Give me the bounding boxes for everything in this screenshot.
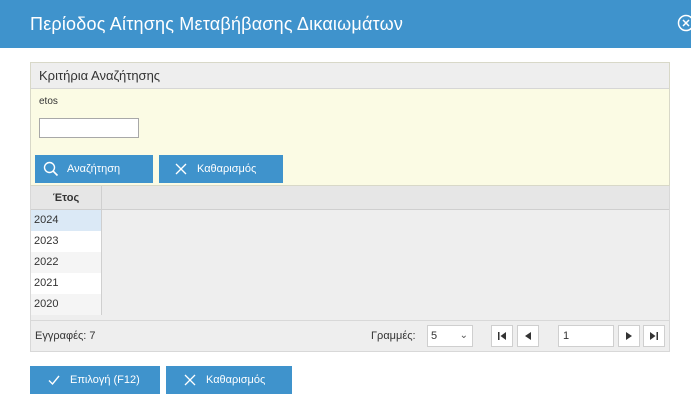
x-icon — [180, 373, 200, 387]
search-button-label: Αναζήτηση — [67, 163, 121, 175]
rows-per-page-value: 5 — [431, 330, 438, 342]
next-page-button[interactable] — [618, 325, 640, 347]
page-number-input[interactable]: 1 — [558, 325, 614, 347]
last-page-button[interactable] — [643, 325, 665, 347]
previous-page-icon — [525, 332, 531, 340]
check-icon — [44, 373, 64, 387]
search-criteria-header: Κριτήρια Αναζήτησης — [31, 63, 669, 89]
first-page-icon — [498, 332, 506, 340]
select-button-label: Επιλογή (F12) — [70, 374, 140, 386]
chevron-down-icon: ⌄ — [459, 330, 468, 341]
records-count: Εγγραφές: 7 — [35, 330, 96, 342]
grid-header: Έτος — [31, 186, 669, 210]
search-criteria-title: Κριτήρια Αναζήτησης — [39, 68, 161, 83]
previous-page-button[interactable] — [517, 325, 539, 347]
dialog-titlebar: Περίοδος Αίτησης Μεταβήβασης Δικαιωμάτων — [0, 0, 691, 48]
clear-button-label: Καθαρισμός — [206, 374, 266, 386]
last-page-icon — [650, 332, 658, 340]
dialog: Περίοδος Αίτησης Μεταβήβασης Δικαιωμάτων… — [0, 0, 691, 409]
grid-footer: Εγγραφές: 7 Γραμμές: 5 ⌄ 1 — [30, 320, 670, 352]
clear-button[interactable]: Καθαρισμός — [166, 366, 292, 394]
table-row[interactable]: 2021 — [31, 273, 102, 294]
table-row[interactable]: 2023 — [31, 231, 102, 252]
table-row[interactable]: 2024 — [31, 210, 102, 231]
first-page-button[interactable] — [491, 325, 513, 347]
x-icon — [171, 162, 191, 176]
rows-per-page-select[interactable]: 5 ⌄ — [427, 325, 473, 347]
column-header-etos[interactable]: Έτος — [31, 186, 102, 210]
table-row[interactable]: 2022 — [31, 252, 102, 273]
clear-criteria-button-label: Καθαρισμός — [197, 163, 257, 175]
rows-per-page-label: Γραμμές: — [371, 330, 416, 342]
table-row[interactable]: 2020 — [31, 294, 102, 315]
results-grid: Έτος 2024 2023 2022 2021 2020 — [30, 186, 670, 320]
search-criteria-panel: Κριτήρια Αναζήτησης etos Αναζήτηση Καθαρ… — [30, 62, 670, 186]
search-button[interactable]: Αναζήτηση — [35, 155, 153, 183]
etos-label: etos — [39, 96, 58, 107]
close-icon[interactable] — [675, 14, 691, 32]
dialog-title: Περίοδος Αίτησης Μεταβήβασης Δικαιωμάτων — [30, 14, 404, 34]
search-icon — [41, 161, 61, 177]
next-page-icon — [626, 332, 632, 340]
etos-input[interactable] — [39, 118, 139, 138]
grid-rows: 2024 2023 2022 2021 2020 — [31, 210, 102, 315]
clear-criteria-button[interactable]: Καθαρισμός — [159, 155, 283, 183]
select-button[interactable]: Επιλογή (F12) — [30, 366, 160, 394]
